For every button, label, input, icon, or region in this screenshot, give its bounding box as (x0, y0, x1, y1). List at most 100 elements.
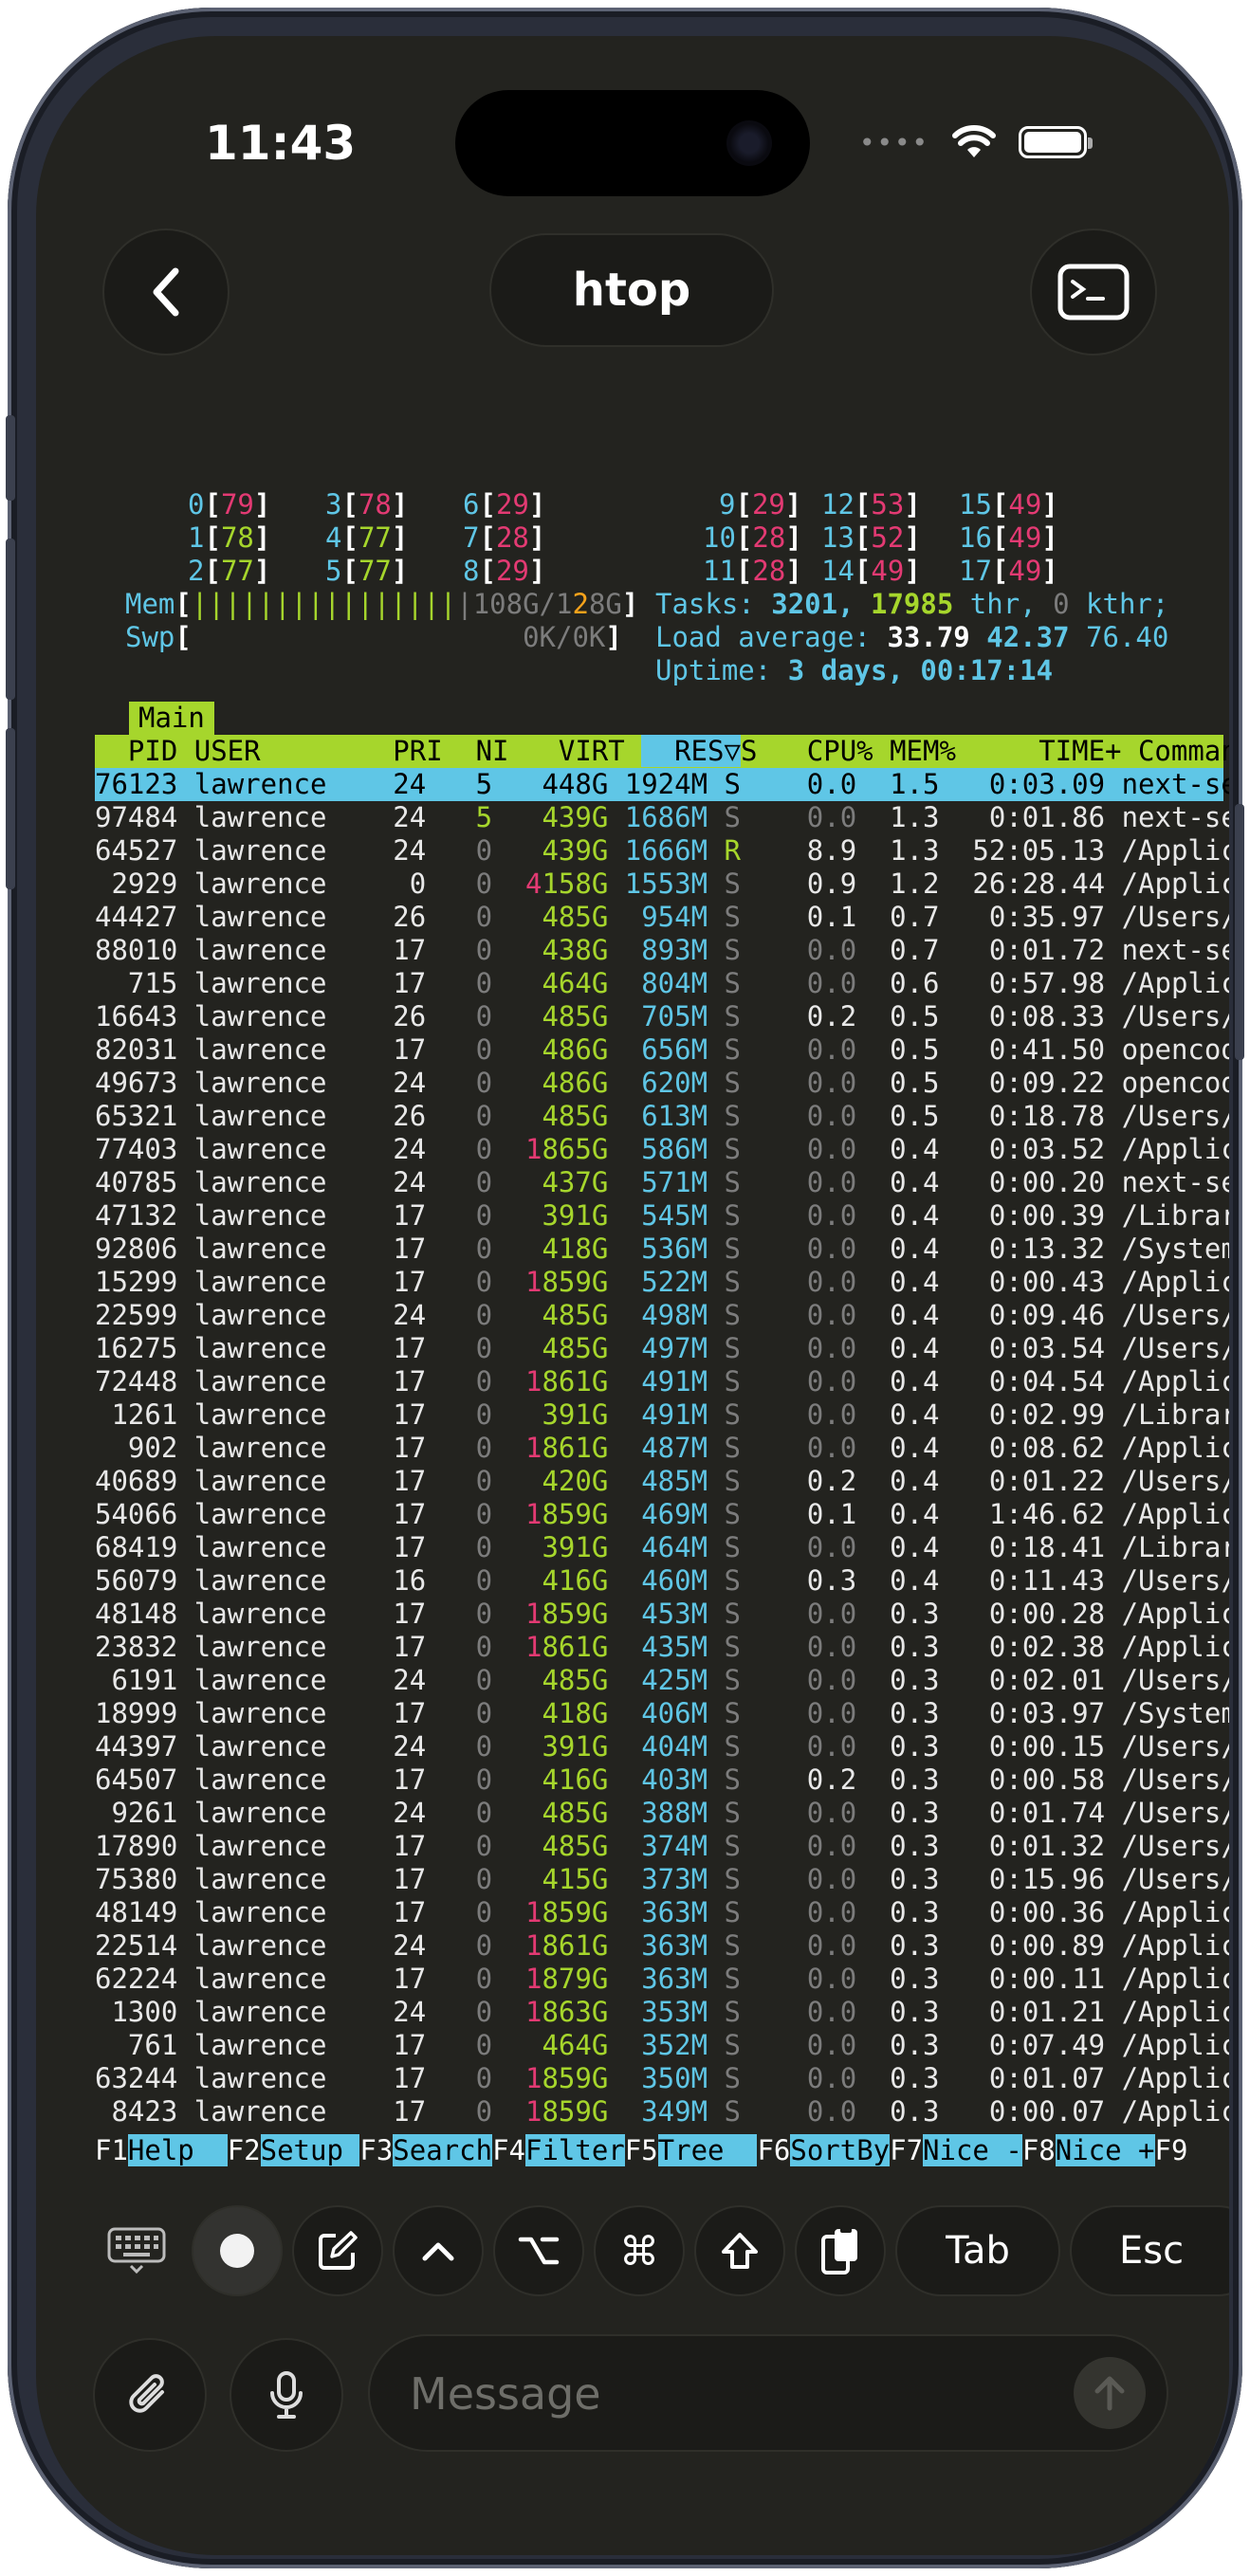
process-row[interactable]: 82031 lawrence 17 0 486G 656M S 0.0 0.5 … (95, 1033, 1229, 1067)
fkey-action-f2[interactable]: Setup (260, 2134, 360, 2166)
process-row[interactable]: 6191 lawrence 24 0 485G 425M S 0.0 0.3 0… (95, 1664, 1229, 1697)
process-row[interactable]: 56079 lawrence 16 0 416G 460M S 0.3 0.4 … (95, 1564, 1229, 1598)
process-row[interactable]: 48148 lawrence 17 0 1859G 453M S 0.0 0.3… (95, 1598, 1229, 1631)
message-composer[interactable] (370, 2336, 1167, 2452)
process-row[interactable]: 97484 lawrence 24 5 439G 1686M S 0.0 1.3… (95, 801, 1229, 834)
fkey-action-f7[interactable]: Nice - (923, 2134, 1022, 2166)
process-row[interactable]: 64507 lawrence 17 0 416G 403M S 0.2 0.3 … (95, 1763, 1229, 1797)
pid: 72448 (95, 1365, 178, 1398)
process-row[interactable]: 16643 lawrence 26 0 485G 705M S 0.2 0.5 … (95, 1000, 1229, 1033)
state: S (708, 934, 741, 966)
paste-button[interactable] (797, 2207, 884, 2294)
process-row[interactable]: 49673 lawrence 24 0 486G 620M S 0.0 0.5 … (95, 1067, 1229, 1100)
process-row[interactable]: 715 lawrence 17 0 464G 804M S 0.0 0.6 0:… (95, 967, 1229, 1000)
priority: 24 (359, 1133, 427, 1165)
process-row[interactable]: 54066 lawrence 17 0 1859G 469M S 0.1 0.4… (95, 1498, 1229, 1531)
column-label[interactable]: PID USER PRI NI VIRT (95, 735, 641, 767)
process-row[interactable]: 65321 lawrence 26 0 485G 613M S 0.0 0.5 … (95, 1100, 1229, 1133)
priority: 17 (359, 1266, 427, 1298)
fkey-action-f1[interactable]: Help (127, 2134, 228, 2166)
mem-percent: 0.4 (856, 1498, 940, 1530)
process-row[interactable]: 16275 lawrence 17 0 485G 497M S 0.0 0.4 … (95, 1332, 1229, 1365)
fkey-action-f6[interactable]: SortBy (790, 2134, 891, 2166)
process-row[interactable]: 68419 lawrence 17 0 391G 464M S 0.0 0.4 … (95, 1531, 1229, 1564)
process-row[interactable]: 15299 lawrence 17 0 1859G 522M S 0.0 0.4… (95, 1266, 1229, 1299)
process-row[interactable]: 77403 lawrence 24 0 1865G 586M S 0.0 0.4… (95, 1133, 1229, 1166)
process-row[interactable]: 40689 lawrence 17 0 420G 485M S 0.2 0.4 … (95, 1465, 1229, 1498)
shift-key-button[interactable] (696, 2207, 783, 2294)
virt: 416G (492, 1763, 609, 1796)
process-row[interactable]: 92806 lawrence 17 0 418G 536M S 0.0 0.4 … (95, 1233, 1229, 1266)
cpu-meter: 15[49] (959, 488, 1058, 521)
process-row[interactable]: 902 lawrence 17 0 1861G 487M S 0.0 0.4 0… (95, 1432, 1229, 1465)
column-header[interactable]: PID USER PRI NI VIRT RES▽S CPU% MEM% TIM… (95, 735, 1229, 768)
command: /Applic (1105, 1896, 1229, 1928)
state: R (708, 834, 741, 867)
nice: 0 (426, 1233, 493, 1265)
ctrl-key-button[interactable] (395, 2207, 482, 2294)
compose-button[interactable] (294, 2207, 381, 2294)
mem-percent: 0.5 (856, 1000, 940, 1032)
process-row[interactable]: 8423 lawrence 17 0 1859G 349M S 0.0 0.3 … (95, 2095, 1229, 2128)
process-row[interactable]: 23832 lawrence 17 0 1861G 435M S 0.0 0.3… (95, 1631, 1229, 1664)
pid: 6191 (95, 1664, 178, 1696)
process-row[interactable]: 88010 lawrence 17 0 438G 893M S 0.0 0.7 … (95, 934, 1229, 967)
esc-key-button[interactable]: Esc (1072, 2207, 1229, 2294)
message-input[interactable] (408, 2336, 1019, 2452)
keyboard-button[interactable] (93, 2207, 180, 2294)
process-row[interactable]: 761 lawrence 17 0 464G 352M S 0.0 0.3 0:… (95, 2029, 1229, 2062)
tab-main[interactable]: Main (129, 702, 214, 735)
column-label[interactable]: S CPU% MEM% TIME+ Command (741, 735, 1229, 767)
cpu-meter: 14[49] (821, 555, 921, 587)
record-button[interactable] (193, 2207, 281, 2294)
user: lawrence (177, 768, 360, 800)
htop-terminal[interactable]: 0[79] 3[78] 6[29] 9[29] 12[53] 15[49] 1[78] 4[7… (64, 36, 1229, 2166)
nice: 0 (426, 1896, 493, 1928)
process-row[interactable]: 75380 lawrence 17 0 415G 373M S 0.0 0.3 … (95, 1863, 1229, 1896)
process-row[interactable]: 64527 lawrence 24 0 439G 1666M R 8.9 1.3… (95, 834, 1229, 868)
process-row[interactable]: 40785 lawrence 24 0 437G 571M S 0.0 0.4 … (95, 1166, 1229, 1199)
process-row[interactable]: 62224 lawrence 17 0 1879G 363M S 0.0 0.3… (95, 1963, 1229, 1996)
selected-process-row[interactable]: 76123 lawrence 24 5 448G 1924M S 0.0 1.5… (95, 768, 1229, 801)
state: S (708, 1797, 741, 1829)
process-row[interactable]: 48149 lawrence 17 0 1859G 363M S 0.0 0.3… (95, 1896, 1229, 1929)
res: 954M (608, 901, 708, 933)
attach-button[interactable] (95, 2340, 205, 2450)
process-row[interactable]: 9261 lawrence 24 0 485G 388M S 0.0 0.3 0… (95, 1797, 1229, 1830)
cpu-percent: 0.2 (740, 1763, 857, 1796)
process-row[interactable]: 2929 lawrence 0 0 4158G 1553M S 0.9 1.2 … (95, 868, 1229, 901)
fkey-action-f5[interactable]: Tree (657, 2134, 758, 2166)
time: 0:18.41 (939, 1531, 1106, 1563)
command: next-se (1105, 801, 1229, 833)
process-row[interactable]: 1300 lawrence 24 0 1863G 353M S 0.0 0.3 … (95, 1996, 1229, 2029)
process-row[interactable]: 44397 lawrence 24 0 391G 404M S 0.0 0.3 … (95, 1730, 1229, 1763)
command: /Applic (1105, 1929, 1229, 1962)
time: 0:09.46 (939, 1299, 1106, 1331)
command-key-button[interactable]: ⌘ (596, 2207, 683, 2294)
option-key-button[interactable] (495, 2207, 582, 2294)
mic-button[interactable] (231, 2340, 341, 2450)
process-row[interactable]: 63244 lawrence 17 0 1859G 350M S 0.0 0.3… (95, 2062, 1229, 2095)
priority: 17 (359, 2095, 427, 2128)
microphone-icon (270, 2371, 303, 2419)
process-row[interactable]: 72448 lawrence 17 0 1861G 491M S 0.0 0.4… (95, 1365, 1229, 1398)
fkey-action-f4[interactable]: Filter (524, 2134, 625, 2166)
process-row[interactable]: 44427 lawrence 26 0 485G 954M S 0.1 0.7 … (95, 901, 1229, 934)
process-row[interactable]: 47132 lawrence 17 0 391G 545M S 0.0 0.4 … (95, 1199, 1229, 1233)
process-row[interactable]: 22514 lawrence 24 0 1861G 363M S 0.0 0.3… (95, 1929, 1229, 1963)
terminal-button[interactable] (1032, 230, 1155, 354)
pid: 76123 (95, 768, 178, 800)
cpu-id: 3 (325, 488, 342, 521)
fkey-action-f3[interactable]: Search (393, 2134, 493, 2166)
send-button[interactable] (1074, 2357, 1146, 2429)
process-row[interactable]: 17890 lawrence 17 0 485G 374M S 0.0 0.3 … (95, 1830, 1229, 1863)
cpu-meter: 8[29] (463, 555, 546, 587)
process-row[interactable]: 22599 lawrence 24 0 485G 498M S 0.0 0.4 … (95, 1299, 1229, 1332)
state: S (708, 2095, 741, 2128)
tab-key-button[interactable]: Tab (897, 2207, 1058, 2294)
fkey-action-f8[interactable]: Nice + (1055, 2134, 1155, 2166)
priority: 24 (359, 1664, 427, 1696)
column-label[interactable]: RES▽ (641, 735, 741, 767)
process-row[interactable]: 18999 lawrence 17 0 418G 406M S 0.0 0.3 … (95, 1697, 1229, 1730)
process-row[interactable]: 1261 lawrence 17 0 391G 491M S 0.0 0.4 0… (95, 1398, 1229, 1432)
